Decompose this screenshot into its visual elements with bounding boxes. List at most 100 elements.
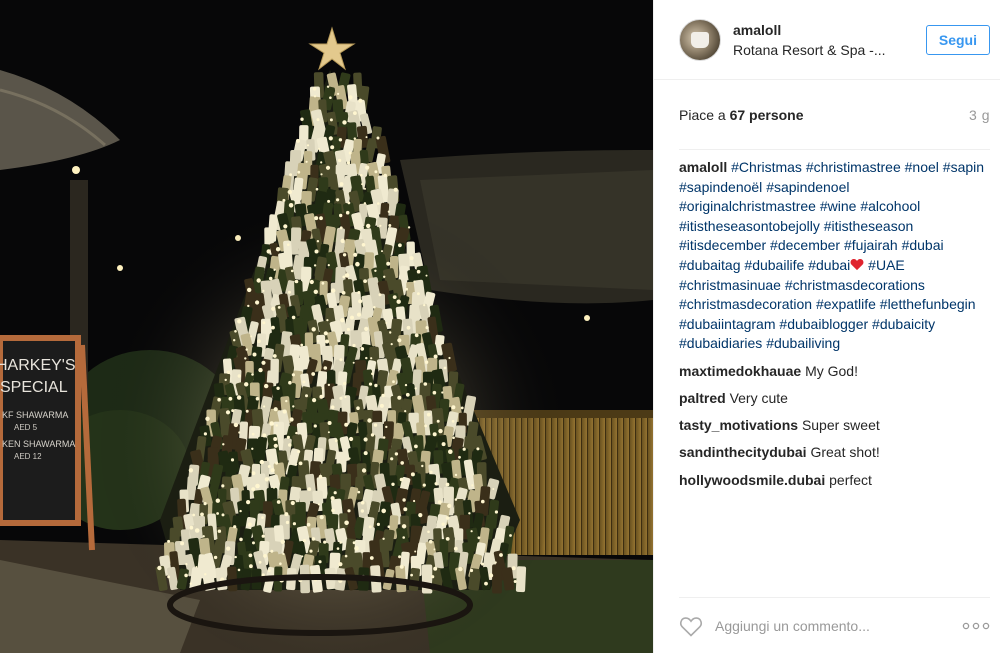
string-light bbox=[437, 500, 442, 504]
string-light bbox=[361, 183, 364, 186]
caption-username[interactable]: amaloll bbox=[679, 159, 727, 175]
hashtag-link[interactable]: #dubaitag bbox=[679, 257, 741, 273]
string-light bbox=[451, 419, 455, 423]
string-light bbox=[445, 482, 450, 487]
hashtag-link[interactable]: #christimastree bbox=[806, 159, 901, 175]
string-light bbox=[432, 390, 437, 395]
string-light bbox=[399, 477, 404, 482]
hashtag-link[interactable]: #christmasdecorations bbox=[785, 277, 925, 293]
string-light bbox=[298, 461, 303, 466]
sign-line-1: HARKEY'S bbox=[0, 357, 76, 374]
comment-username[interactable]: sandinthecitydubai bbox=[679, 444, 807, 460]
string-light bbox=[311, 327, 316, 332]
hashtag-link[interactable]: #dubailiving bbox=[766, 335, 840, 351]
comment-input[interactable] bbox=[715, 617, 954, 634]
hashtag-link[interactable]: #wine bbox=[820, 198, 857, 214]
string-light bbox=[291, 373, 295, 377]
comment-username[interactable]: hollywoodsmile.dubai bbox=[679, 472, 825, 488]
comment-username[interactable]: tasty_motivations bbox=[679, 417, 798, 433]
string-light bbox=[288, 203, 294, 208]
string-light bbox=[224, 378, 227, 382]
string-light bbox=[451, 405, 456, 410]
likes-count[interactable]: Piace a 67 persone bbox=[679, 107, 804, 123]
string-light bbox=[264, 477, 270, 482]
hashtag-link[interactable]: #itistheseason bbox=[824, 218, 914, 234]
string-light bbox=[273, 407, 278, 412]
string-light bbox=[323, 540, 327, 544]
username-link[interactable]: amaloll bbox=[733, 22, 926, 38]
hashtag-link[interactable]: #alcohool bbox=[860, 198, 920, 214]
string-light bbox=[353, 111, 357, 115]
string-light bbox=[313, 95, 317, 98]
string-light bbox=[239, 537, 243, 542]
hashtag-link[interactable]: #dubai bbox=[808, 257, 850, 273]
hashtag-link[interactable]: #christmasinuae bbox=[679, 277, 781, 293]
string-light bbox=[340, 318, 345, 323]
string-light bbox=[341, 291, 346, 295]
hashtag-link[interactable]: #itisdecember bbox=[679, 237, 766, 253]
avatar[interactable] bbox=[679, 18, 721, 61]
string-light bbox=[348, 95, 353, 100]
string-light bbox=[287, 189, 292, 195]
heart-outline-icon[interactable] bbox=[679, 615, 703, 637]
string-light bbox=[394, 452, 399, 456]
string-light bbox=[258, 560, 262, 564]
string-light bbox=[221, 513, 225, 517]
hashtag-link[interactable]: #dubaiintagram bbox=[679, 316, 776, 332]
comment-username[interactable]: paltred bbox=[679, 390, 726, 406]
hashtag-link[interactable]: #sapindenoel bbox=[766, 179, 849, 195]
string-light bbox=[280, 539, 285, 544]
string-light bbox=[245, 348, 248, 351]
hashtag-link[interactable]: #Christmas bbox=[731, 159, 802, 175]
string-light bbox=[273, 443, 278, 448]
hashtag-link[interactable]: #dubaiblogger bbox=[779, 316, 868, 332]
hashtag-link[interactable]: #noel bbox=[905, 159, 939, 175]
string-light bbox=[246, 500, 251, 505]
string-light bbox=[317, 339, 320, 343]
hashtag-link[interactable]: #dubaicity bbox=[872, 316, 935, 332]
string-light bbox=[189, 525, 194, 530]
string-light bbox=[216, 512, 220, 515]
hashtag-link[interactable]: #originalchristmastree bbox=[679, 198, 816, 214]
string-light bbox=[385, 425, 388, 429]
hashtag-link[interactable]: #december bbox=[770, 237, 840, 253]
string-light bbox=[234, 555, 237, 559]
string-light bbox=[344, 422, 349, 427]
comments-list: amaloll #Christmas #christimastree #noel… bbox=[654, 150, 1000, 490]
hashtag-link[interactable]: #itistheseasontobejolly bbox=[679, 218, 820, 234]
hashtag-link[interactable]: #fujairah bbox=[844, 237, 898, 253]
string-light bbox=[320, 173, 323, 176]
post-photo[interactable]: HARKEY'S SPECIAL KF SHAWARMA AED 5 KEN S… bbox=[0, 0, 653, 653]
string-light bbox=[374, 269, 377, 272]
string-light bbox=[364, 326, 369, 331]
follow-button[interactable]: Segui bbox=[925, 24, 990, 55]
hashtag-link[interactable]: #christmasdecoration bbox=[679, 296, 812, 312]
comment-username[interactable]: maxtimedokhauae bbox=[679, 363, 801, 379]
string-light bbox=[458, 566, 463, 572]
string-light bbox=[353, 252, 358, 257]
string-light bbox=[250, 335, 253, 338]
post-time[interactable]: 3 g bbox=[969, 107, 990, 123]
hashtag-link[interactable]: #dubailife bbox=[744, 257, 804, 273]
hashtag-link[interactable]: #sapin bbox=[943, 159, 984, 175]
hashtag-link[interactable]: #letthefunbegin bbox=[880, 296, 976, 312]
location-link[interactable]: Rotana Resort & Spa -... bbox=[733, 42, 926, 58]
string-light bbox=[237, 374, 241, 378]
string-light bbox=[387, 210, 391, 213]
hashtag-link[interactable]: #expatlife bbox=[816, 296, 876, 312]
hashtag-link[interactable]: #dubai bbox=[902, 237, 944, 253]
string-light bbox=[295, 431, 298, 435]
string-light bbox=[300, 343, 304, 347]
string-light bbox=[382, 537, 385, 540]
hashtag-link[interactable]: #sapindenoël bbox=[679, 179, 762, 195]
string-light bbox=[257, 339, 261, 344]
string-light bbox=[287, 243, 290, 246]
hashtag-link[interactable]: #dubaidiaries bbox=[679, 335, 762, 351]
string-light bbox=[226, 546, 231, 551]
string-light bbox=[276, 500, 281, 504]
more-options-icon[interactable] bbox=[962, 622, 990, 630]
string-light bbox=[255, 483, 260, 489]
hashtag-link[interactable]: #UAE bbox=[868, 257, 905, 273]
string-light bbox=[321, 281, 325, 285]
string-light bbox=[339, 358, 343, 362]
